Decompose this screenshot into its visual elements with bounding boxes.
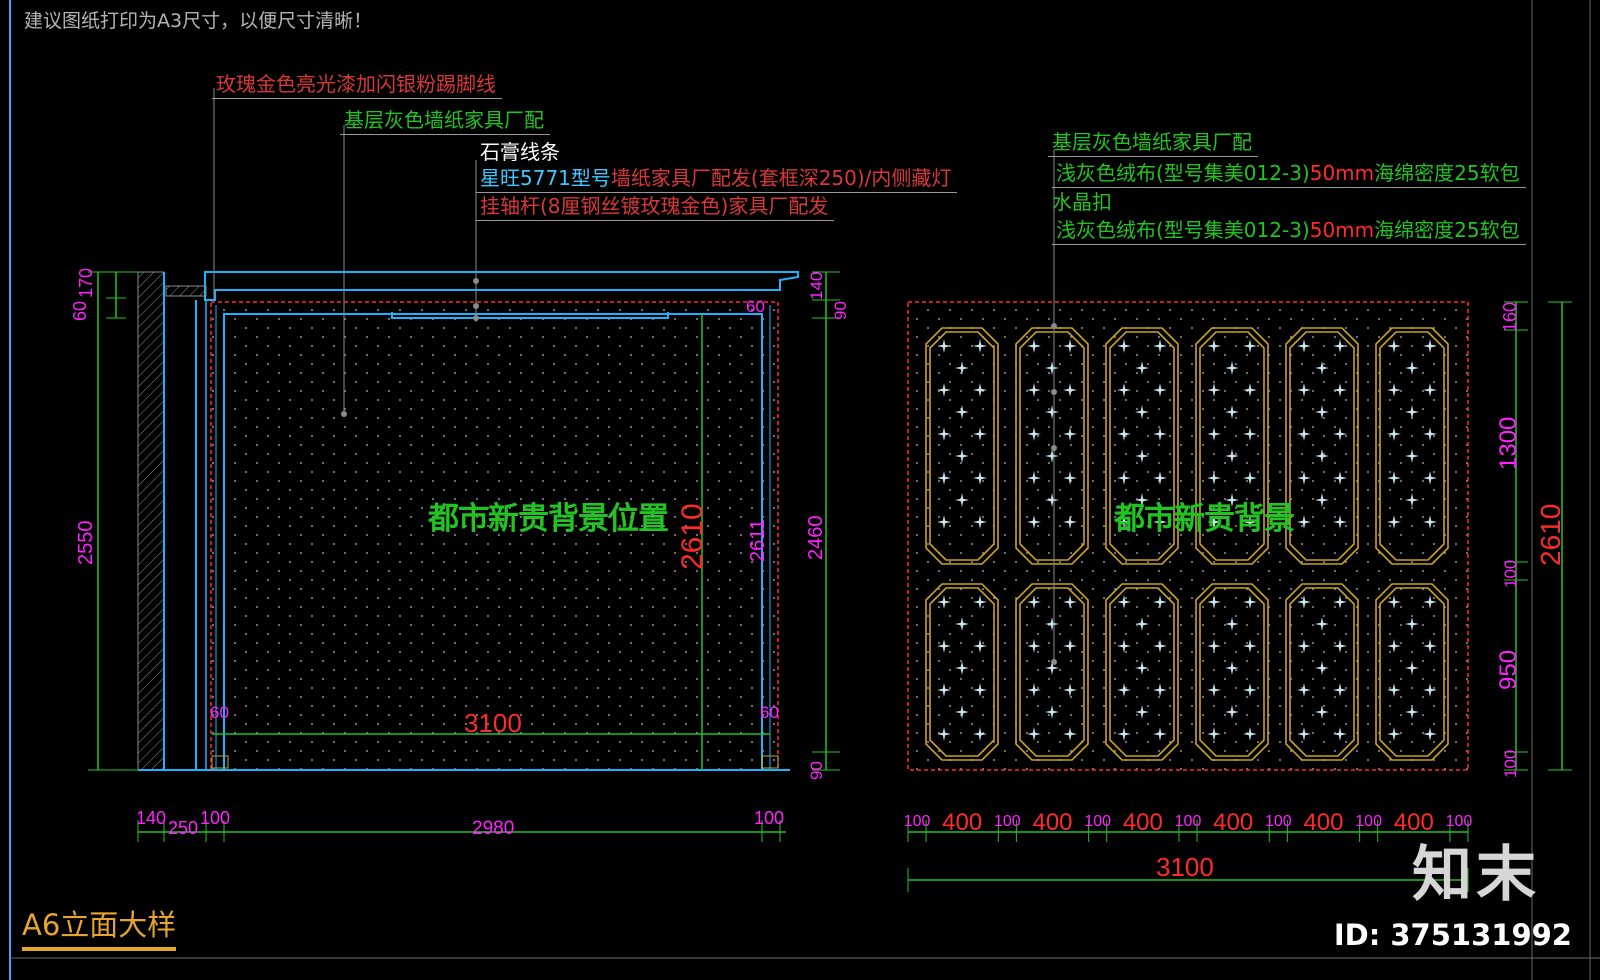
dim-170: 170 xyxy=(76,268,96,298)
callout-frame-light: 星旺5771型号墙纸家具厂配发(套框深250)/内侧藏灯 xyxy=(476,166,958,193)
dim-140-right: 140 xyxy=(807,272,826,300)
dim-160: 160 xyxy=(1500,302,1520,332)
bottom-dim-label: 400 xyxy=(1032,809,1072,836)
callout-plaster-line: 石膏线条 xyxy=(480,140,560,164)
image-id: ID: 375131992 xyxy=(1333,918,1572,952)
dim-2460: 2460 xyxy=(805,516,827,561)
dim-3100-inner: 3100 xyxy=(464,708,522,738)
callout-fabric-lower-suffix: 海绵密度25软包 xyxy=(1374,218,1520,242)
dim-60-corner-left: 60 xyxy=(210,703,229,722)
callout-fabric-upper-thickness: 50mm xyxy=(1309,161,1375,185)
dim-100-bottom-left: 100 xyxy=(200,808,230,828)
callout-skirting-text: 玫瑰金色亮光漆加闪银粉踢脚线 xyxy=(216,72,496,96)
dim-100-bottom-right: 100 xyxy=(754,808,784,828)
callout-fabric-upper-prefix: 浅灰色绒布(型号集美012-3) xyxy=(1056,161,1310,185)
dim-2550: 2550 xyxy=(75,521,97,566)
print-note: 建议图纸打印为A3尺寸，以便尺寸清晰！ xyxy=(24,10,373,32)
bottom-dim-label: 100 xyxy=(1265,813,1292,830)
callout-skirting: 玫瑰金色亮光漆加闪银粉踢脚线 xyxy=(212,72,502,99)
dim-100-middle: 100 xyxy=(1501,560,1520,588)
callout-fabric-lower-prefix: 浅灰色绒布(型号集美012-3) xyxy=(1056,218,1310,242)
bottom-dim-label: 100 xyxy=(1355,813,1382,830)
callout-plaster-line-text: 石膏线条 xyxy=(480,140,560,164)
bottom-dim-label: 100 xyxy=(1175,813,1202,830)
cad-drawing-canvas: 170 60 2550 140 90 2460 90 2610 2611 60 … xyxy=(9,0,1600,980)
callout-wallpaper-left: 基层灰色墙纸家具厂配 xyxy=(340,108,550,135)
callout-fabric-lower: 浅灰色绒布(型号集美012-3)50mm海绵密度25软包 xyxy=(1052,218,1526,245)
left-center-label: 都市新贵背景位置 xyxy=(428,501,669,537)
dim-3100-total: 3100 xyxy=(1156,852,1214,882)
callout-hanging-rod: 挂轴杆(8厘钢丝镀玫瑰金色)家具厂配发 xyxy=(476,194,835,221)
dim-90-top: 90 xyxy=(831,301,850,320)
callout-frame-model: 星旺5771型号 xyxy=(480,166,611,190)
dim-2980: 2980 xyxy=(472,818,514,839)
callout-crystal-button: 水晶扣 xyxy=(1052,190,1112,214)
callout-wallpaper-right-text: 基层灰色墙纸家具厂配 xyxy=(1052,130,1252,154)
dim-90-bottom: 90 xyxy=(807,761,826,780)
dim-60-corner-right: 60 xyxy=(760,703,779,722)
hatched-wall xyxy=(137,271,165,771)
dim-1300: 1300 xyxy=(1495,417,1522,470)
callout-fabric-upper: 浅灰色绒布(型号集美012-3)50mm海绵密度25软包 xyxy=(1052,161,1526,188)
dim-950: 950 xyxy=(1495,650,1522,690)
callout-wallpaper-right: 基层灰色墙纸家具厂配 xyxy=(1048,130,1258,157)
dim-2611: 2611 xyxy=(747,519,769,562)
dim-60-corner-top: 60 xyxy=(746,297,765,316)
bottom-dim-label: 400 xyxy=(1123,809,1163,836)
dim-2610-inner: 2610 xyxy=(676,503,709,570)
callout-wallpaper-left-text: 基层灰色墙纸家具厂配 xyxy=(344,108,544,132)
crown-molding xyxy=(204,271,799,301)
dim-250: 250 xyxy=(168,818,198,838)
dim-2610-total: 2610 xyxy=(1535,504,1566,566)
bottom-dim-label: 400 xyxy=(1213,809,1253,836)
brand-logo: 知末 xyxy=(1412,840,1540,910)
drawing-title: A6立面大样 xyxy=(22,902,177,951)
dim-140-bottom: 140 xyxy=(136,808,166,828)
right-center-label: 都市新贵背景 xyxy=(1114,501,1295,537)
dim-60-left: 60 xyxy=(70,301,90,321)
callout-hanging-rod-text: 挂轴杆(8厘钢丝镀玫瑰金色)家具厂配发 xyxy=(480,194,829,218)
bottom-dim-label: 400 xyxy=(1303,809,1343,836)
callout-fabric-upper-suffix: 海绵密度25软包 xyxy=(1374,161,1520,185)
callout-frame-light-text: 墙纸家具厂配发(套框深250)/内侧藏灯 xyxy=(610,166,952,190)
bottom-dim-label: 100 xyxy=(1084,813,1111,830)
bottom-dim-label: 100 xyxy=(904,813,931,830)
bottom-dim-label: 400 xyxy=(942,809,982,836)
callout-crystal-button-text: 水晶扣 xyxy=(1052,190,1112,214)
dim-100-lower: 100 xyxy=(1501,750,1520,778)
bottom-dim-label: 100 xyxy=(994,813,1021,830)
callout-fabric-lower-thickness: 50mm xyxy=(1309,218,1375,242)
